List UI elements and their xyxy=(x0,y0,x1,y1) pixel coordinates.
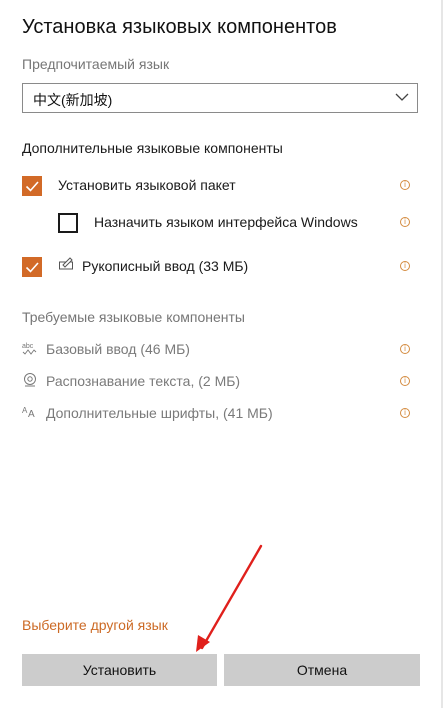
optional-components-header: Дополнительные языковые компоненты xyxy=(22,140,283,156)
cancel-button[interactable]: Отмена xyxy=(224,654,420,686)
info-icon[interactable]: i xyxy=(400,408,410,418)
handwriting-label: Рукописный ввод (33 МБ) xyxy=(82,258,249,274)
info-icon[interactable]: i xyxy=(400,376,410,386)
fonts-label: Дополнительные шрифты, (41 МБ) xyxy=(46,405,273,421)
scrollbar[interactable] xyxy=(441,0,443,708)
chevron-down-icon xyxy=(395,90,409,109)
svg-text:abc: abc xyxy=(22,343,34,350)
preferred-language-label: Предпочитаемый язык xyxy=(22,56,170,72)
preferred-language-value: 中文(新加坡) xyxy=(33,92,113,108)
font-icon: AA xyxy=(22,404,38,425)
display-language-label: Назначить языком интерфейса Windows xyxy=(94,214,358,230)
info-icon[interactable]: i xyxy=(400,344,410,354)
ocr-icon xyxy=(22,372,38,393)
handwriting-checkbox[interactable] xyxy=(22,257,42,277)
preferred-language-dropdown[interactable]: 中文(新加坡) xyxy=(22,83,418,113)
option-language-pack[interactable]: Установить языковой пакет i xyxy=(22,175,418,197)
handwriting-icon xyxy=(58,256,74,277)
info-icon[interactable]: i xyxy=(400,261,410,271)
info-icon[interactable]: i xyxy=(400,217,410,227)
ocr-label: Распознавание текста, (2 МБ) xyxy=(46,373,241,389)
dialog-title: Установка языковых компонентов xyxy=(22,16,337,38)
required-ocr: Распознавание текста, (2 МБ) i xyxy=(22,372,418,392)
info-icon[interactable]: i xyxy=(400,180,410,190)
language-pack-label: Установить языковой пакет xyxy=(58,177,236,193)
display-language-checkbox[interactable] xyxy=(58,213,78,233)
basic-typing-label: Базовый ввод (46 МБ) xyxy=(46,341,190,357)
svg-text:A: A xyxy=(28,409,35,420)
option-handwriting[interactable]: Рукописный ввод (33 МБ) i xyxy=(22,256,418,278)
choose-other-language-link[interactable]: Выберите другой язык xyxy=(22,617,168,633)
install-button[interactable]: Установить xyxy=(22,654,217,686)
required-fonts: AA Дополнительные шрифты, (41 МБ) i xyxy=(22,404,418,424)
required-components-header: Требуемые языковые компоненты xyxy=(22,309,245,325)
required-basic-typing: abc Базовый ввод (46 МБ) i xyxy=(22,340,418,360)
abc-typing-icon: abc xyxy=(22,340,38,361)
language-pack-checkbox[interactable] xyxy=(22,176,42,196)
option-display-language[interactable]: Назначить языком интерфейса Windows i xyxy=(58,212,418,234)
